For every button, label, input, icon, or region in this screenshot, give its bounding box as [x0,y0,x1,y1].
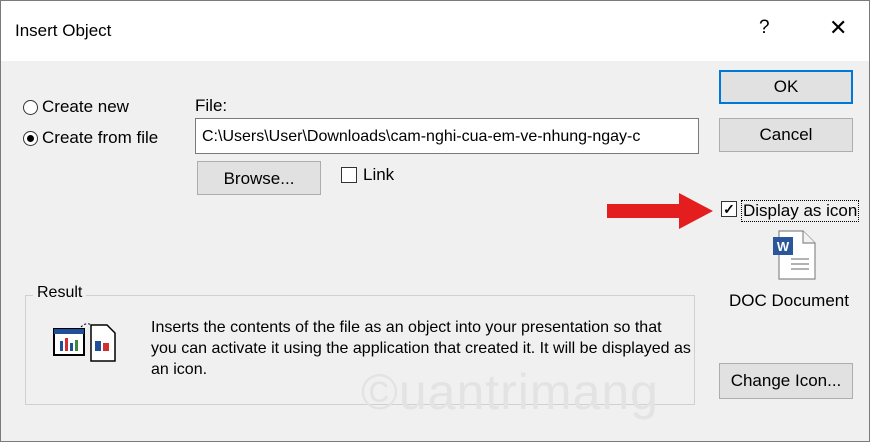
link-label: Link [363,165,395,184]
file-path-input[interactable]: C:\Users\User\Downloads\cam-nghi-cua-em-… [195,118,699,154]
create-new-radio[interactable] [23,99,38,115]
cancel-button[interactable]: Cancel [719,118,853,152]
browse-button[interactable]: Browse... [197,161,321,195]
display-as-icon-checkbox[interactable]: ✓ [721,201,737,217]
red-arrow-icon [607,193,713,229]
embedded-object-icon [53,323,116,362]
create-new-label: Create new [42,97,129,116]
svg-text:W: W [777,239,790,254]
file-label: File: [195,96,228,115]
link-checkbox[interactable] [341,167,357,183]
dialog-title: Insert Object [15,21,112,40]
title-bar: Insert Object ? ✕ [1,1,869,61]
result-legend: Result [33,284,87,302]
ok-button[interactable]: OK [719,70,853,104]
word-document-icon: W [773,230,816,280]
create-from-file-option[interactable]: Create from file [23,128,158,148]
help-button[interactable]: ? [759,17,770,39]
insert-object-dialog: Insert Object ? ✕ Create new Create from… [0,0,870,442]
create-from-file-label: Create from file [42,128,159,147]
change-icon-button[interactable]: Change Icon... [719,363,853,399]
create-new-option[interactable]: Create new [23,97,129,117]
quantrimang-watermark: ©uantrimang [361,364,659,420]
create-from-file-radio[interactable] [23,130,38,146]
close-button[interactable]: ✕ [829,15,847,41]
display-as-icon-label: Display as icon [741,200,860,222]
icon-caption: DOC Document [729,291,849,310]
